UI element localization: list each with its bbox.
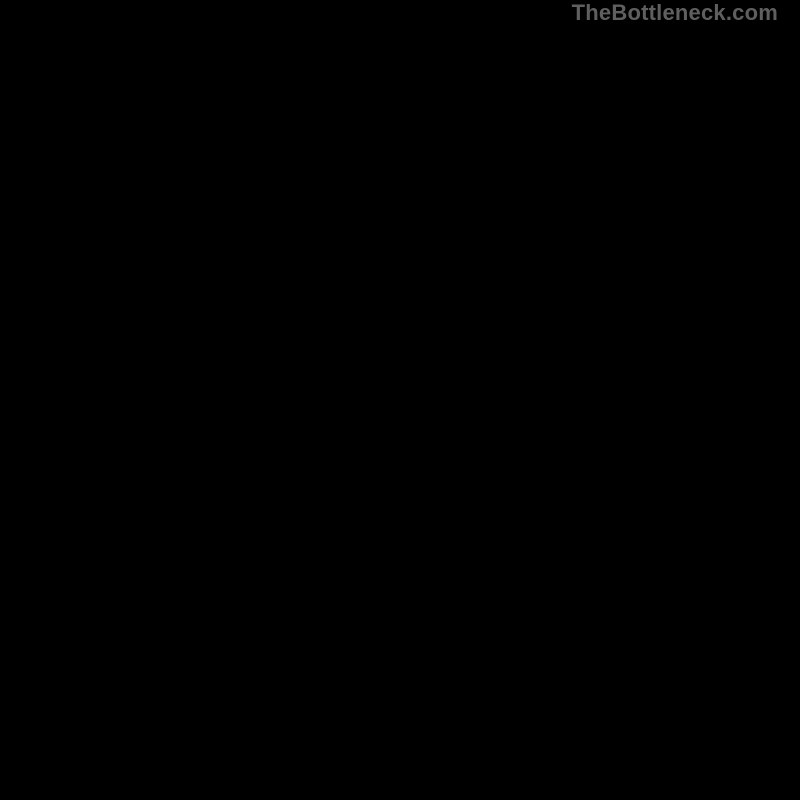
plot-frame: [20, 22, 780, 782]
